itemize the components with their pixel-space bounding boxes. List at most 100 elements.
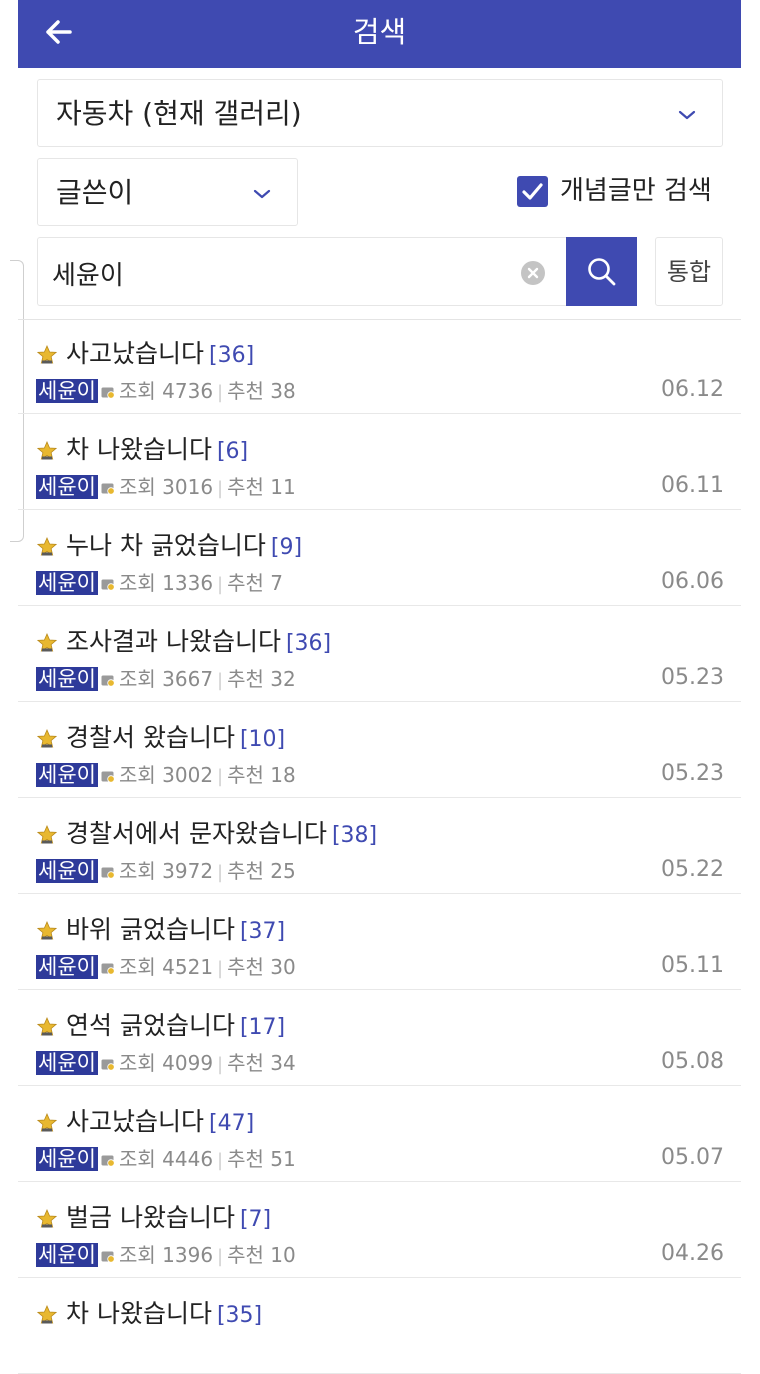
meta-separator: | bbox=[217, 958, 224, 979]
search-type-value: 글쓴이 bbox=[56, 176, 134, 209]
star-icon bbox=[36, 728, 58, 749]
post-title-text: 조사결과 나왔습니다 bbox=[66, 627, 281, 656]
views-label: 조회 bbox=[118, 859, 156, 883]
post-date: 04.26 bbox=[661, 1241, 724, 1266]
post-item[interactable]: 사고났습니다 [47] 세윤이 조회 4446 | 추천 51 05.07 bbox=[18, 1086, 741, 1182]
unified-search-button[interactable]: 통합 bbox=[655, 237, 723, 306]
meta-separator: | bbox=[217, 1150, 224, 1171]
post-date: 05.23 bbox=[661, 761, 724, 786]
post-author[interactable]: 세윤이 bbox=[36, 667, 98, 691]
post-title[interactable]: 연석 긁었습니다 [17] bbox=[66, 1008, 285, 1046]
search-input[interactable] bbox=[50, 252, 514, 294]
nick-icon bbox=[101, 1146, 115, 1167]
post-author[interactable]: 세윤이 bbox=[36, 475, 98, 499]
search-type-select[interactable]: 글쓴이 bbox=[37, 158, 298, 226]
post-item[interactable]: 누나 차 긁었습니다 [9] 세윤이 조회 1336 | 추천 7 06.06 bbox=[18, 510, 741, 606]
recommends-label: 추천 bbox=[227, 571, 264, 595]
post-item[interactable]: 경찰서에서 문자왔습니다 [38] 세윤이 조회 3972 | 추천 25 05.22 bbox=[18, 798, 741, 894]
post-item[interactable]: 바위 긁었습니다 [37] 세윤이 조회 4521 | 추천 30 05.11 bbox=[18, 894, 741, 990]
views-label: 조회 bbox=[118, 667, 156, 691]
clear-icon[interactable] bbox=[520, 260, 546, 286]
recommends-count: 10 bbox=[270, 1243, 296, 1267]
post-item[interactable]: 사고났습니다 [36] 세윤이 조회 4736 | 추천 38 06.12 bbox=[18, 318, 741, 414]
post-title-text: 경찰서 왔습니다 bbox=[66, 723, 235, 752]
gallery-select[interactable]: 자동차 (현재 갤러리) bbox=[37, 79, 723, 147]
comment-count: [17] bbox=[239, 1015, 286, 1040]
views-count: 4446 bbox=[162, 1147, 214, 1171]
star-icon bbox=[36, 440, 58, 461]
post-date: 06.06 bbox=[661, 569, 724, 594]
meta-separator: | bbox=[217, 478, 224, 499]
chevron-down-icon bbox=[678, 110, 696, 120]
post-item[interactable]: 연석 긁었습니다 [17] 세윤이 조회 4099 | 추천 34 05.08 bbox=[18, 990, 741, 1086]
post-title[interactable]: 사고났습니다 [47] bbox=[66, 1104, 254, 1142]
post-item[interactable]: 차 나왔습니다 [35] bbox=[18, 1278, 741, 1374]
star-icon bbox=[36, 1112, 58, 1133]
post-meta: 세윤이 조회 1336 | 추천 7 bbox=[36, 569, 283, 597]
post-meta: 세윤이 조회 3016 | 추천 11 bbox=[36, 473, 296, 501]
post-title-text: 사고났습니다 bbox=[66, 1107, 205, 1136]
post-title[interactable]: 경찰서에서 문자왔습니다 [38] bbox=[66, 816, 377, 854]
post-title[interactable]: 사고났습니다 [36] bbox=[66, 336, 254, 374]
views-label: 조회 bbox=[118, 1147, 156, 1171]
recommends-count: 30 bbox=[270, 955, 296, 979]
nick-icon bbox=[101, 474, 115, 495]
post-author[interactable]: 세윤이 bbox=[36, 1243, 98, 1267]
views-label: 조회 bbox=[118, 571, 156, 595]
meta-separator: | bbox=[217, 574, 224, 595]
recommend-only-label[interactable]: 개념글만 검색 bbox=[560, 172, 712, 210]
post-title[interactable]: 차 나왔습니다 [6] bbox=[66, 432, 248, 470]
post-author[interactable]: 세윤이 bbox=[36, 1051, 98, 1075]
unified-search-label: 통합 bbox=[666, 258, 712, 286]
recommends-count: 7 bbox=[270, 571, 284, 595]
post-author[interactable]: 세윤이 bbox=[36, 763, 98, 787]
star-icon bbox=[36, 344, 58, 365]
post-item[interactable]: 조사결과 나왔습니다 [36] 세윤이 조회 3667 | 추천 32 05.23 bbox=[18, 606, 741, 702]
post-author[interactable]: 세윤이 bbox=[36, 955, 98, 979]
post-author[interactable]: 세윤이 bbox=[36, 1147, 98, 1171]
post-meta: 세윤이 조회 3972 | 추천 25 bbox=[36, 857, 296, 885]
views-count: 3002 bbox=[162, 763, 214, 787]
recommends-label: 추천 bbox=[227, 1147, 264, 1171]
post-item[interactable]: 차 나왔습니다 [6] 세윤이 조회 3016 | 추천 11 06.11 bbox=[18, 414, 741, 510]
post-author[interactable]: 세윤이 bbox=[36, 379, 98, 403]
meta-separator: | bbox=[217, 670, 224, 691]
search-button[interactable] bbox=[566, 237, 637, 306]
star-icon bbox=[36, 1304, 58, 1325]
check-icon bbox=[522, 183, 543, 200]
comment-count: [36] bbox=[209, 343, 255, 368]
search-box bbox=[37, 237, 567, 306]
comment-count: [9] bbox=[270, 535, 303, 560]
post-item[interactable]: 경찰서 왔습니다 [10] 세윤이 조회 3002 | 추천 18 05.23 bbox=[18, 702, 741, 798]
gallery-select-value: 자동차 (현재 갤러리) bbox=[56, 97, 302, 130]
views-count: 3972 bbox=[162, 859, 214, 883]
views-count: 1396 bbox=[162, 1243, 214, 1267]
post-title[interactable]: 누나 차 긁었습니다 [9] bbox=[66, 528, 302, 566]
post-title[interactable]: 경찰서 왔습니다 [10] bbox=[66, 720, 285, 758]
views-label: 조회 bbox=[118, 379, 156, 403]
post-title[interactable]: 차 나왔습니다 [35] bbox=[66, 1296, 262, 1334]
meta-separator: | bbox=[217, 1246, 224, 1267]
meta-separator: | bbox=[217, 382, 224, 403]
recommend-only-checkbox[interactable] bbox=[517, 176, 548, 207]
post-title[interactable]: 벌금 나왔습니다 [7] bbox=[66, 1200, 271, 1238]
views-count: 3667 bbox=[162, 667, 214, 691]
nick-icon bbox=[101, 858, 115, 879]
post-meta: 세윤이 조회 1396 | 추천 10 bbox=[36, 1241, 296, 1269]
post-date: 05.11 bbox=[661, 953, 724, 978]
post-title[interactable]: 조사결과 나왔습니다 [36] bbox=[66, 624, 331, 662]
views-label: 조회 bbox=[118, 1051, 156, 1075]
star-icon bbox=[36, 920, 58, 941]
post-title[interactable]: 바위 긁었습니다 [37] bbox=[66, 912, 285, 950]
recommends-label: 추천 bbox=[227, 763, 264, 787]
recommends-label: 추천 bbox=[227, 667, 264, 691]
post-author[interactable]: 세윤이 bbox=[36, 859, 98, 883]
views-count: 3016 bbox=[162, 475, 214, 499]
comment-count: [36] bbox=[285, 631, 332, 656]
post-date: 05.23 bbox=[661, 665, 724, 690]
post-meta: 세윤이 조회 4099 | 추천 34 bbox=[36, 1049, 296, 1077]
post-item[interactable]: 벌금 나왔습니다 [7] 세윤이 조회 1396 | 추천 10 04.26 bbox=[18, 1182, 741, 1278]
nick-icon bbox=[101, 570, 115, 591]
nick-icon bbox=[101, 378, 115, 399]
post-author[interactable]: 세윤이 bbox=[36, 571, 98, 595]
